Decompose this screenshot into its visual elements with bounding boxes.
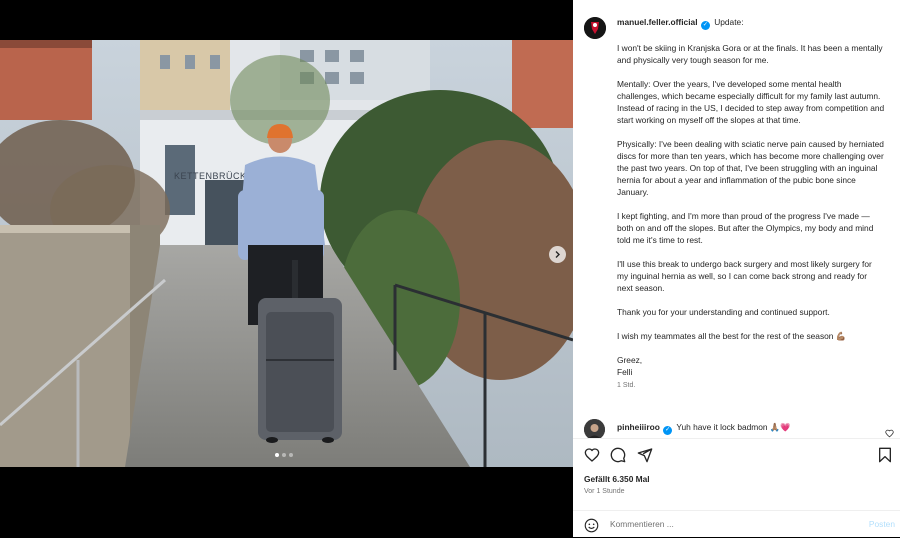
caption-paragraph: I kept fighting, and I'm more than proud… <box>617 211 874 245</box>
caption-paragraph: Thank you for your understanding and con… <box>617 307 830 317</box>
carousel-dot <box>289 453 293 457</box>
emoji-icon <box>584 518 599 533</box>
commenter-avatar[interactable] <box>584 419 605 438</box>
next-image-button[interactable] <box>549 246 566 263</box>
carousel-dot <box>282 453 286 457</box>
caption-timestamp[interactable]: 1 Std. <box>617 380 885 392</box>
post-media: KETTENBRÜCKE <box>0 0 573 536</box>
carousel-dots <box>275 453 293 457</box>
bookmark-icon <box>879 447 891 463</box>
like-button[interactable] <box>584 447 600 468</box>
caption-area: manuel.feller.official ✓ Update: I won't… <box>573 0 900 438</box>
caption-paragraph: I won't be skiing in Kranjska Gora or at… <box>617 43 883 65</box>
post-photo[interactable]: KETTENBRÜCKE <box>0 40 573 467</box>
comment-text: Yuh have it lock badmon 🙏🏽💗 <box>676 422 791 432</box>
comment-item: pinheiiiroo ✓ Yuh have it lock badmon 🙏🏽… <box>584 419 894 438</box>
add-comment-bar: Posten <box>573 510 900 538</box>
author-username[interactable]: manuel.feller.official <box>617 17 698 27</box>
comment-button[interactable] <box>610 447 626 468</box>
post-comment-button[interactable]: Posten <box>869 519 895 529</box>
like-count[interactable]: Gefällt 6.350 Mal <box>584 474 650 484</box>
author-avatar[interactable] <box>584 17 606 39</box>
post-side-panel: manuel.feller.official ✓ Update: I won't… <box>573 0 900 537</box>
share-button[interactable] <box>637 447 653 468</box>
chevron-right-icon <box>555 251 560 258</box>
commenter-username[interactable]: pinheiiiroo <box>617 422 660 432</box>
caption-intro: Update: <box>714 17 744 27</box>
caption-paragraph: I'll use this break to undergo back surg… <box>617 259 872 293</box>
caption-paragraph: I wish my teammates all the best for the… <box>617 331 847 341</box>
heart-icon <box>584 448 600 462</box>
heart-icon <box>885 429 894 438</box>
carousel-dot <box>275 453 279 457</box>
post-timestamp[interactable]: Vor 1 Stunde <box>584 488 624 495</box>
comment-like-button[interactable] <box>885 425 894 438</box>
caption-paragraph: Mentally: Over the years, I've developed… <box>617 79 885 125</box>
comment-icon <box>610 447 626 463</box>
verified-badge-icon: ✓ <box>663 426 673 435</box>
save-button[interactable] <box>878 447 892 468</box>
post-caption: manuel.feller.official ✓ Update: I won't… <box>617 16 885 392</box>
building-sign: KETTENBRÜCKE <box>174 171 253 181</box>
verified-badge-icon: ✓ <box>700 21 710 30</box>
post-actions: Gefällt 6.350 Mal Vor 1 Stunde Posten <box>573 438 900 537</box>
emoji-button[interactable] <box>584 518 599 538</box>
caption-paragraph: Physically: I've been dealing with sciat… <box>617 139 884 197</box>
send-icon <box>637 448 653 463</box>
comment-input[interactable] <box>610 516 850 532</box>
caption-signoff: Greez, Felli <box>617 355 643 377</box>
